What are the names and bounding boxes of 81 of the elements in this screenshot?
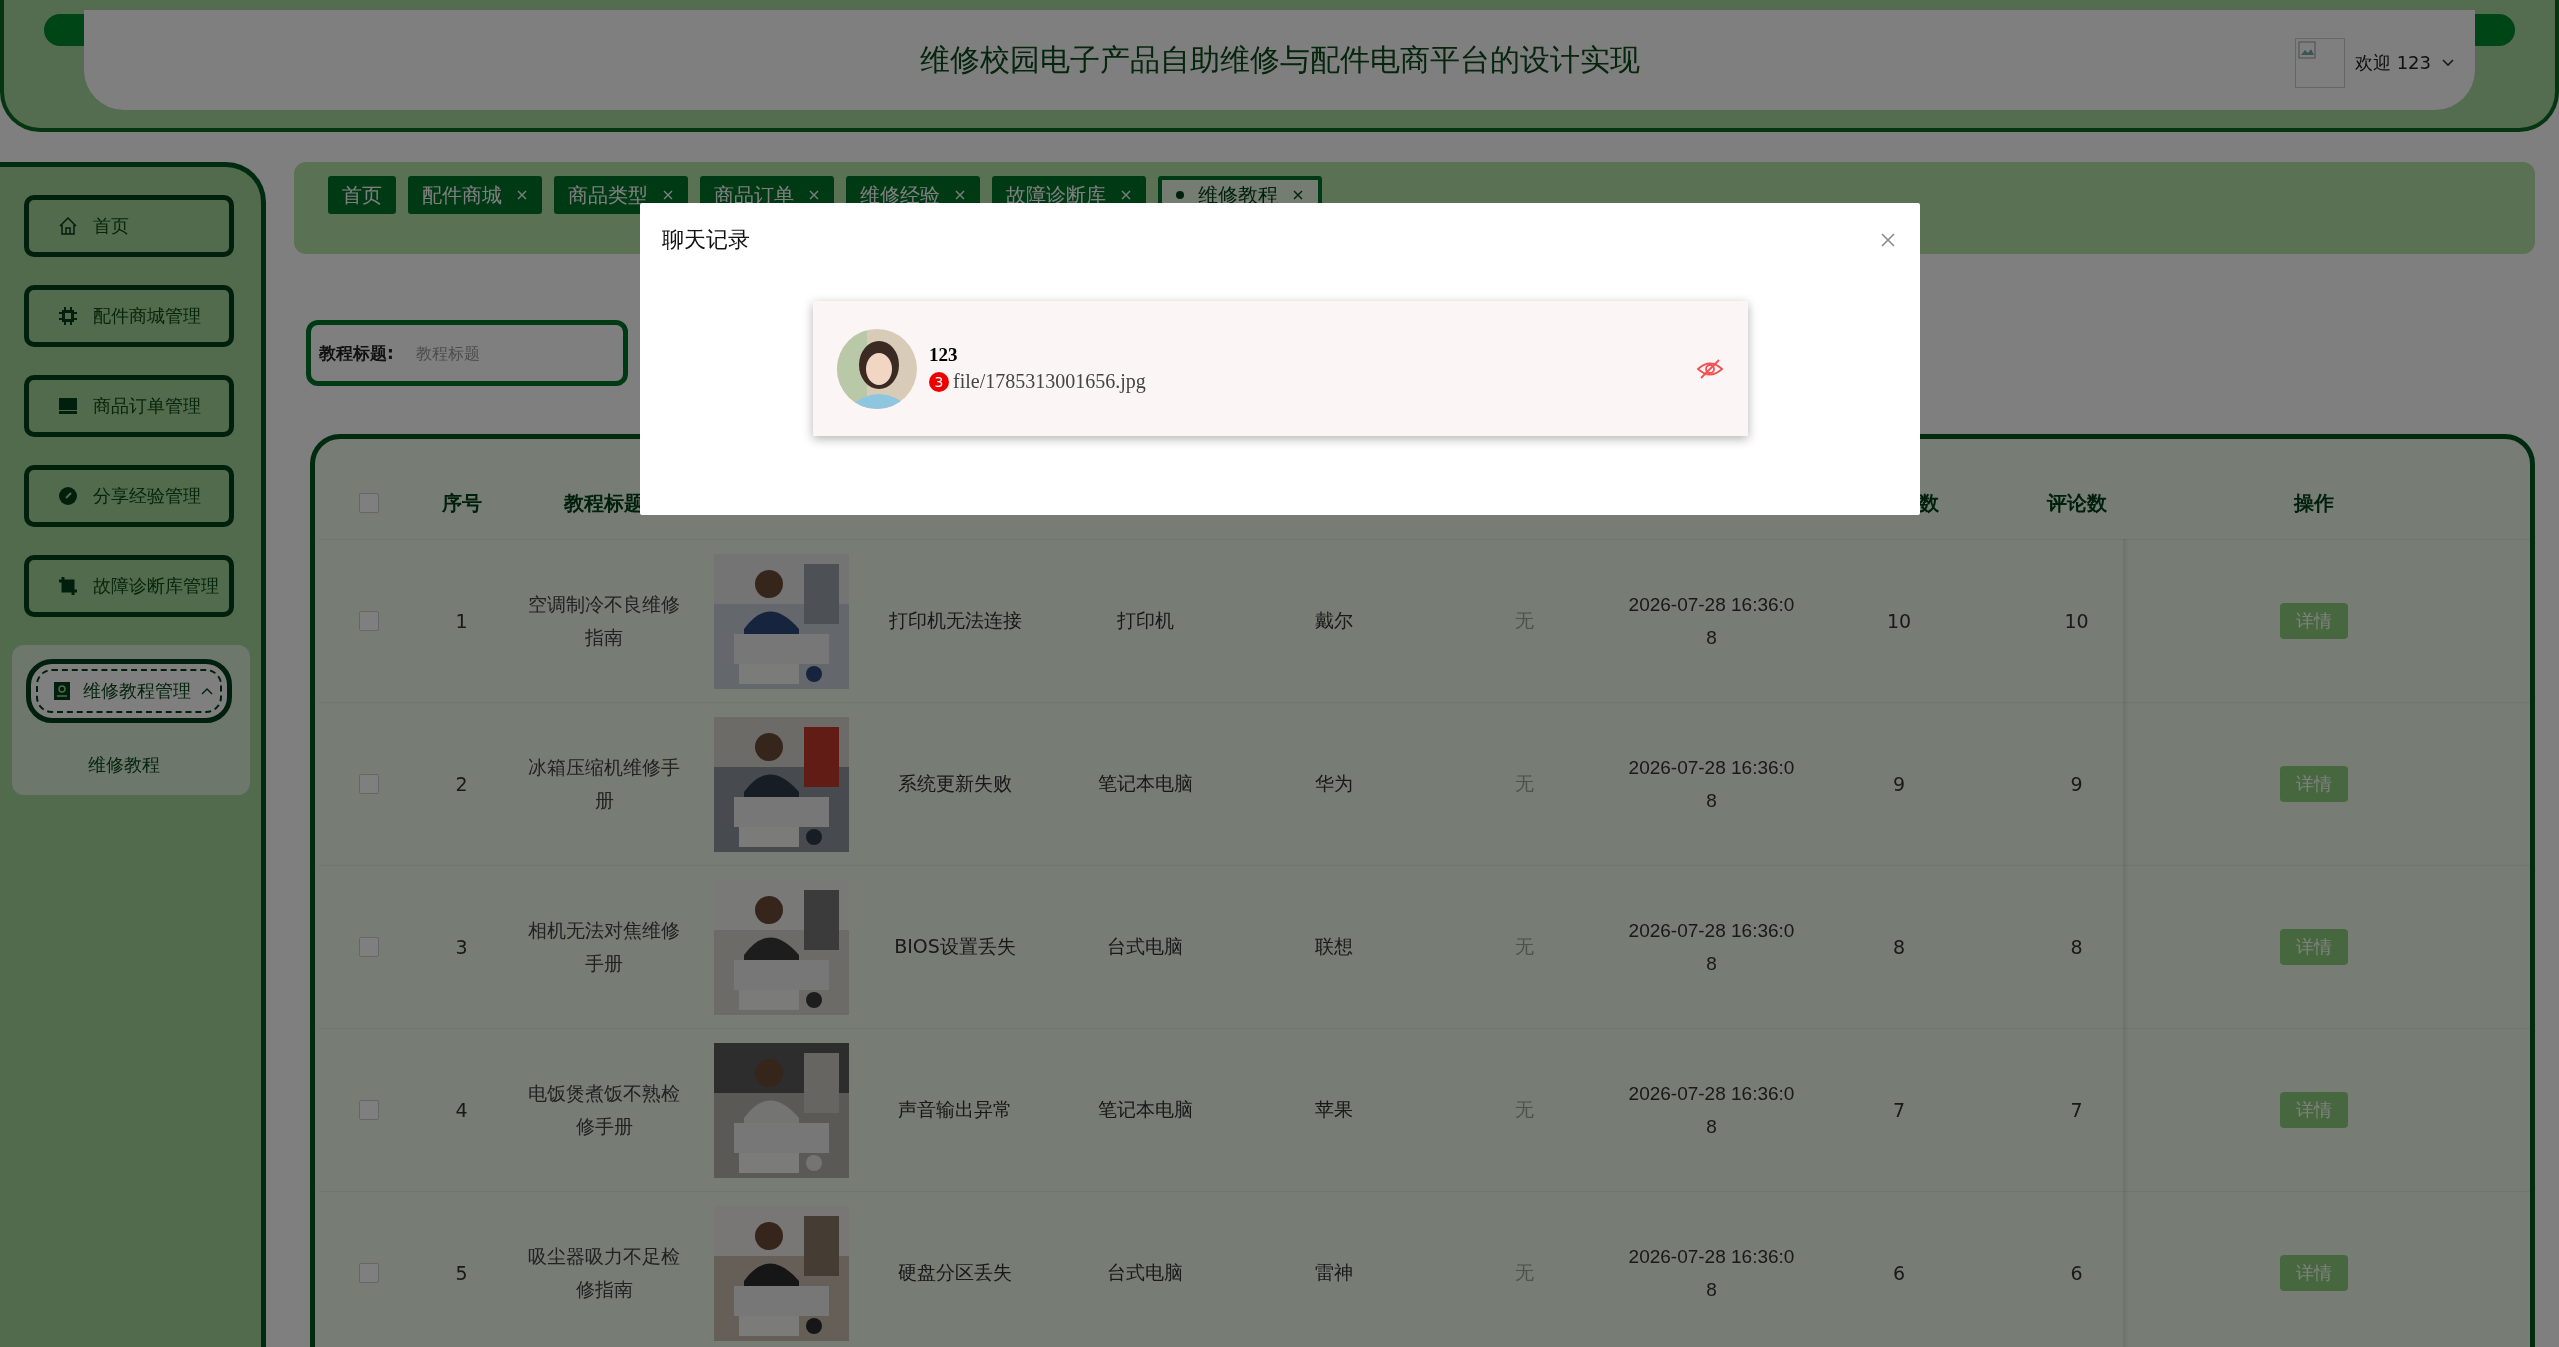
table-cell: 7 xyxy=(1892,1099,1906,1121)
table-cell-text: 联想 xyxy=(1315,934,1353,959)
crop-icon xyxy=(58,576,78,596)
chat-card[interactable]: 123 3 file/1785313001656.jpg xyxy=(813,301,1748,436)
table-cell: 5 xyxy=(455,1262,468,1284)
checkbox[interactable] xyxy=(359,1263,379,1283)
table-cell-text: 冰箱压缩机维修手册 xyxy=(527,755,681,813)
table-cell-text: 戴尔 xyxy=(1315,608,1353,633)
table-cell: 8 xyxy=(2070,936,2083,958)
table-cell-text: 2026-07-28 16:36:08 xyxy=(1627,593,1796,650)
table-cell-text: 雷神 xyxy=(1315,1260,1353,1285)
table-cell-text: 电饭煲煮饭不熟检修手册 xyxy=(527,1081,681,1139)
table-cell-text: 声音输出异常 xyxy=(898,1097,1012,1122)
field-label: 教程标题: xyxy=(319,341,394,365)
table-cell: 6 xyxy=(2070,1262,2083,1284)
tab[interactable]: 配件商城 xyxy=(408,176,542,214)
tab[interactable]: 商品类型 xyxy=(554,176,688,214)
laptop-icon xyxy=(58,397,78,415)
table-cell: 6 xyxy=(1892,1262,1906,1284)
table-cell-text: 2026-07-28 16:36:08 xyxy=(1627,1082,1796,1139)
menu-item[interactable]: 配件商城管理 xyxy=(24,285,234,347)
table-cell: 2 xyxy=(455,773,468,795)
close-icon[interactable] xyxy=(1880,232,1896,248)
unread-count: 3 xyxy=(929,371,949,392)
table-cell-text: 2026-07-28 16:36:08 xyxy=(1627,756,1796,813)
menu-item[interactable]: 分享经验管理 xyxy=(24,465,234,527)
checkbox[interactable] xyxy=(359,774,379,794)
column-header: 操作 xyxy=(2294,489,2334,517)
table-cell-text: 相机无法对焦维修手册 xyxy=(527,918,681,976)
caret-icon[interactable] xyxy=(2441,58,2455,68)
checkbox[interactable] xyxy=(359,937,379,957)
table-cell: 3 xyxy=(455,936,468,958)
checkbox[interactable] xyxy=(359,1100,379,1120)
table-cell: 9 xyxy=(2070,773,2083,795)
table-cell-text: 笔记本电脑 xyxy=(1097,771,1193,796)
table-cell-text: 苹果 xyxy=(1315,1097,1353,1122)
caret-icon xyxy=(201,687,213,695)
table-cell: 1 xyxy=(455,610,468,632)
close-icon[interactable] xyxy=(1292,189,1304,201)
column-header: 序号 xyxy=(441,489,482,517)
sender-name: 123 xyxy=(929,344,959,366)
table-cell-text: 硬盘分区丢失 xyxy=(898,1260,1012,1285)
table-cell: 9 xyxy=(1892,773,1906,795)
table-cell-text: 2026-07-28 16:36:08 xyxy=(1627,1245,1796,1302)
column-header: 评论数 xyxy=(2046,489,2107,517)
table-cell: 10 xyxy=(1886,610,1912,632)
table-cell-text: 系统更新失败 xyxy=(898,771,1012,796)
dot-icon xyxy=(1176,191,1184,199)
table-cell-text: 台式电脑 xyxy=(1107,1260,1183,1285)
table-cell: 8 xyxy=(1892,936,1906,958)
table-cell: 10 xyxy=(2064,610,2089,632)
table-cell-text: 笔记本电脑 xyxy=(1097,1097,1193,1122)
submenu-item[interactable]: 维修教程 xyxy=(26,753,250,777)
table-cell: 4 xyxy=(455,1099,468,1121)
compass-icon xyxy=(58,486,78,506)
menu-item[interactable]: 首页 xyxy=(24,195,234,257)
table-cell-text: 空调制冷不良维修指南 xyxy=(527,592,681,650)
home-icon xyxy=(58,216,78,236)
menu-item[interactable]: 维修教程管理 xyxy=(26,659,232,723)
table-cell-text: BIOS设置丢失 xyxy=(894,934,1016,959)
tab[interactable]: 首页 xyxy=(328,176,396,214)
badge-icon xyxy=(53,681,71,701)
menu-item[interactable]: 故障诊断库管理 xyxy=(24,555,234,617)
chip-icon xyxy=(58,306,78,326)
message-text: file/1785313001656.jpg xyxy=(953,370,1146,393)
column-header: 数 xyxy=(1919,489,1939,517)
table-cell-text: 华为 xyxy=(1315,771,1353,796)
table-cell-text: 台式电脑 xyxy=(1107,934,1183,959)
table-cell-text: 打印机无法连接 xyxy=(888,608,1022,633)
table-cell-text: 吸尘器吸力不足检修指南 xyxy=(527,1244,681,1302)
table-cell-text: 打印机 xyxy=(1116,608,1174,633)
broken-image-icon xyxy=(2294,38,2345,88)
checkbox[interactable] xyxy=(359,611,379,631)
dialog-title: 聊天记录 xyxy=(662,226,750,254)
menu-item[interactable]: 商品订单管理 xyxy=(24,375,234,437)
table-cell: 7 xyxy=(2070,1099,2083,1121)
user-menu[interactable]: 欢迎 123 xyxy=(2354,51,2431,75)
table-cell-text: 2026-07-28 16:36:08 xyxy=(1627,919,1796,976)
hidden-eye-icon[interactable] xyxy=(1696,357,1724,380)
checkbox[interactable] xyxy=(359,493,379,513)
app-title: 维修校园电子产品自助维修与配件电商平台的设计实现 xyxy=(919,40,1640,79)
